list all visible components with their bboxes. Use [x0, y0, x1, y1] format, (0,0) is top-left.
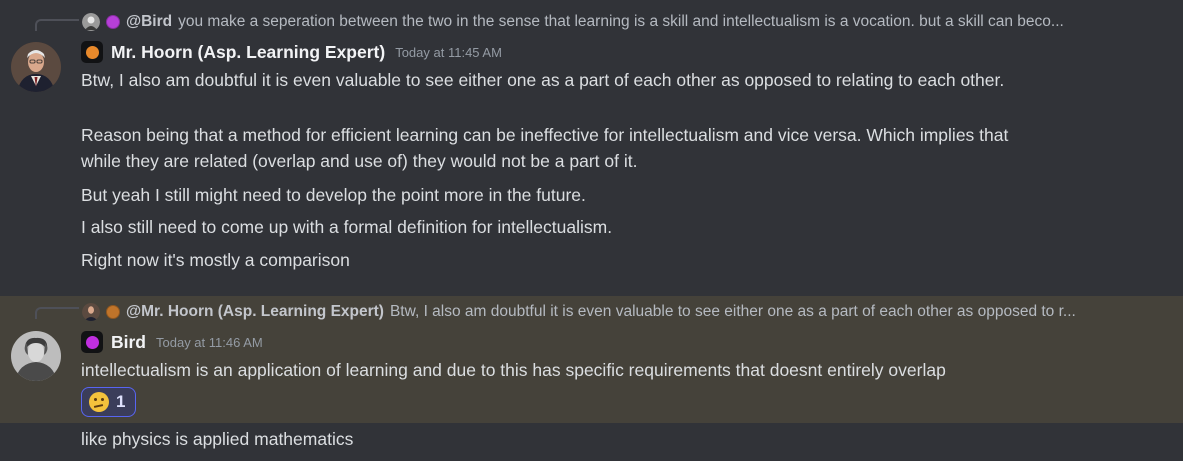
- avatar[interactable]: [11, 331, 61, 381]
- reply-reference[interactable]: @Bird you make a seperation between the …: [82, 13, 1162, 31]
- reply-role-dot: [106, 305, 120, 319]
- reply-avatar: [82, 13, 100, 31]
- message-text: while they are related (overlap and use …: [81, 151, 638, 171]
- reply-author[interactable]: @Mr. Hoorn (Asp. Learning Expert): [126, 303, 384, 321]
- reply-author[interactable]: @Bird: [126, 13, 172, 31]
- reaction-count: 1: [116, 392, 126, 411]
- avatar[interactable]: [11, 42, 61, 92]
- role-icon: [81, 331, 103, 353]
- message-text: Reason being that a method for efficient…: [81, 125, 1009, 145]
- message-text: Right now it's mostly a comparison: [81, 250, 350, 270]
- username[interactable]: Bird: [111, 332, 146, 353]
- role-icon: [81, 41, 103, 63]
- reply-connector: [35, 19, 79, 31]
- reply-preview[interactable]: Btw, I also am doubtful it is even valua…: [390, 303, 1076, 321]
- message-bird: @Mr. Hoorn (Asp. Learning Expert) Btw, I…: [0, 296, 1183, 423]
- message-text: I also still need to come up with a form…: [81, 217, 613, 237]
- message-header: Mr. Hoorn (Asp. Learning Expert) Today a…: [81, 41, 502, 63]
- message-text: like physics is applied mathematics: [81, 429, 354, 449]
- reply-reference[interactable]: @Mr. Hoorn (Asp. Learning Expert) Btw, I…: [82, 303, 1162, 321]
- thinking-face-icon: [89, 392, 109, 412]
- message-text: Btw, I also am doubtful it is even valua…: [81, 70, 1005, 90]
- timestamp[interactable]: Today at 11:45 AM: [395, 45, 502, 60]
- message-hoorn: @Bird you make a seperation between the …: [0, 0, 1183, 296]
- reply-preview[interactable]: you make a seperation between the two in…: [178, 13, 1064, 31]
- message-text: But yeah I still might need to develop t…: [81, 185, 586, 205]
- username[interactable]: Mr. Hoorn (Asp. Learning Expert): [111, 42, 385, 63]
- message-text: intellectualism is an application of lea…: [81, 360, 946, 380]
- reply-connector: [35, 307, 79, 319]
- message-header: Bird Today at 11:46 AM: [81, 331, 263, 353]
- timestamp[interactable]: Today at 11:46 AM: [156, 335, 263, 350]
- reaction-thinking[interactable]: 1: [81, 387, 136, 417]
- reply-avatar: [82, 303, 100, 321]
- reply-role-dot: [106, 15, 120, 29]
